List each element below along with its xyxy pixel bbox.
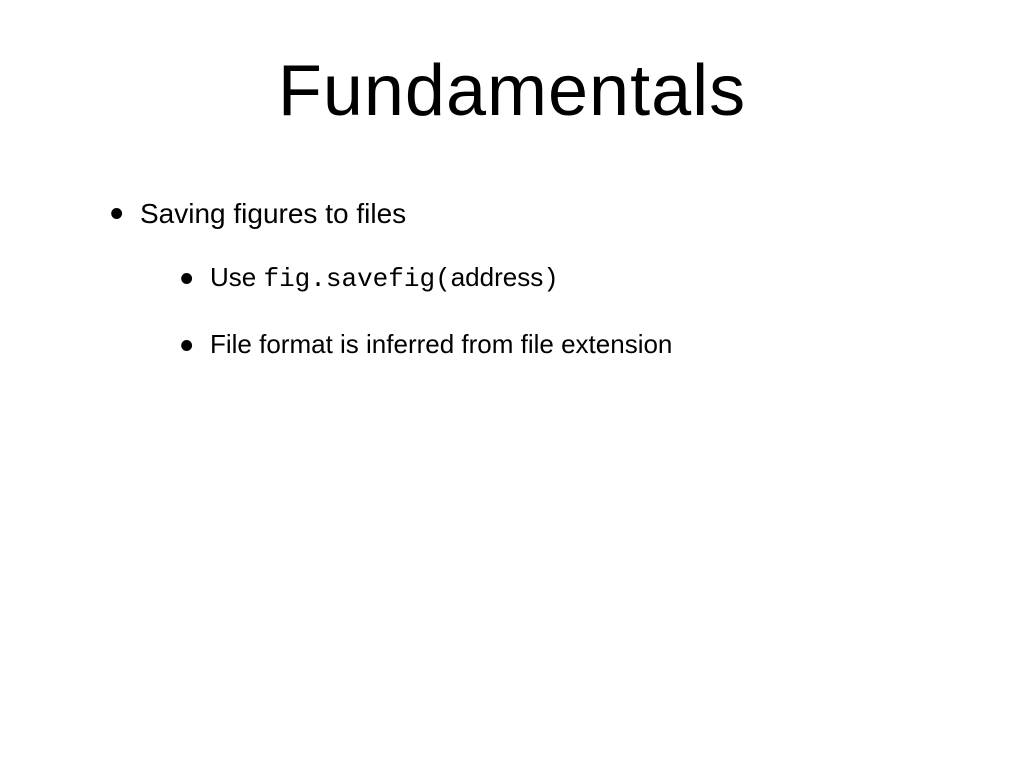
sub-bullet-item: File format is inferred from file extens… <box>180 324 964 366</box>
bullet-text: Saving figures to files <box>140 198 406 229</box>
sub-bullet-list: Use fig.savefig(address) File format is … <box>140 257 964 366</box>
sub-bullet-text: File format is inferred from file extens… <box>210 329 672 359</box>
slide: Fundamentals Saving figures to files Use… <box>0 0 1024 768</box>
sub-bullet-text-prefix: Use <box>210 262 263 292</box>
slide-title: Fundamentals <box>60 50 964 132</box>
code-arg: address <box>451 262 544 292</box>
sub-bullet-item: Use fig.savefig(address) <box>180 257 964 301</box>
code-text: fig.savefig( <box>263 264 450 294</box>
bullet-list: Saving figures to files Use fig.savefig(… <box>60 192 964 366</box>
bullet-item: Saving figures to files Use fig.savefig(… <box>110 192 964 366</box>
code-text-close: ) <box>543 264 559 294</box>
